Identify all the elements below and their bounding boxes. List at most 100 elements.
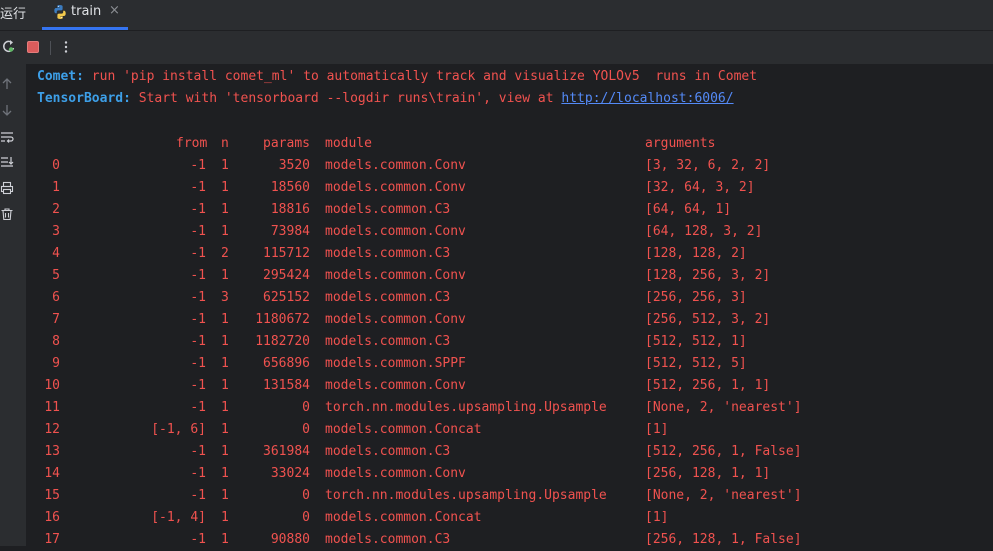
active-tab-indicator (42, 27, 128, 30)
row-index: 13 (44, 444, 60, 459)
table-row: 5 -1 1 295424 models.common.Conv [128, 256, 3… (26, 265, 993, 287)
row-params: 0 (302, 488, 310, 503)
soft-wrap-icon[interactable] (0, 129, 14, 143)
row-params: 131584 (263, 378, 310, 393)
row-arguments: [128, 256, 3, 2] (645, 268, 771, 283)
row-module: models.common.Conv (325, 268, 466, 283)
table-row: 4 -1 2 115712 models.common.C3 [128, 128, 2] (26, 243, 993, 265)
run-toolbar (0, 31, 993, 64)
row-params: 656896 (263, 356, 310, 371)
row-module: torch.nn.modules.upsampling.Upsample (325, 488, 607, 503)
comet-line: Comet: run 'pip install comet_ml' to aut… (37, 67, 757, 87)
header-params: params (263, 136, 310, 151)
row-module: models.common.Conv (325, 378, 466, 393)
row-params: 33024 (270, 466, 310, 481)
row-n: 3 (221, 290, 229, 305)
row-arguments: [64, 128, 3, 2] (645, 224, 763, 239)
row-index: 17 (44, 532, 60, 547)
stop-icon[interactable] (23, 37, 43, 57)
row-n: 1 (221, 268, 229, 283)
row-params: 73984 (270, 224, 310, 239)
row-from: -1 (190, 268, 206, 283)
row-index: 0 (52, 158, 60, 173)
row-module: models.common.Concat (325, 422, 482, 437)
row-from: -1 (190, 224, 206, 239)
row-index: 10 (44, 378, 60, 393)
table-row: 3 -1 1 73984 models.common.Conv [64, 128, 3, … (26, 221, 993, 243)
row-arguments: [256, 128, 1, False] (645, 532, 802, 547)
header-arguments: arguments (645, 136, 716, 151)
table-row: 9 -1 1 656896 models.common.SPPF [512, 512, 5… (26, 353, 993, 375)
console-output[interactable]: Comet: run 'pip install comet_ml' to aut… (26, 64, 993, 547)
row-module: models.common.Conv (325, 312, 466, 327)
toolbar-separator (50, 41, 51, 55)
row-from: -1 (190, 334, 206, 349)
row-params: 1182720 (255, 334, 310, 349)
row-index: 2 (52, 202, 60, 217)
row-from: -1 (190, 202, 206, 217)
table-row: 10 -1 1 131584 models.common.Conv [512, 256, … (26, 375, 993, 397)
row-index: 4 (52, 246, 60, 261)
row-module: models.common.C3 (325, 334, 451, 349)
row-params: 0 (302, 422, 310, 437)
row-from: -1 (190, 400, 206, 415)
tensorboard-message: Start with 'tensorboard --logdir runs\tr… (130, 91, 562, 106)
row-from: -1 (190, 532, 206, 547)
row-module: models.common.C3 (325, 246, 451, 261)
row-module: torch.nn.modules.upsampling.Upsample (325, 400, 607, 415)
tab-train[interactable]: train × (42, 0, 128, 30)
print-icon[interactable] (0, 180, 14, 195)
tab-label: train (71, 4, 102, 19)
table-row: 7 -1 1 1180672 models.common.Conv [256, 512, … (26, 309, 993, 331)
row-arguments: [512, 512, 1] (645, 334, 747, 349)
row-module: models.common.Conv (325, 466, 466, 481)
row-n: 1 (221, 466, 229, 481)
row-params: 18816 (270, 202, 310, 217)
row-index: 5 (52, 268, 60, 283)
header-module: module (325, 136, 372, 151)
more-vertical-icon[interactable] (56, 37, 76, 57)
row-module: models.common.Conv (325, 158, 466, 173)
table-row: 2 -1 1 18816 models.common.C3 [64, 64, 1] (26, 199, 993, 221)
rerun-icon[interactable] (0, 37, 20, 57)
row-from: [-1, 6] (151, 422, 206, 437)
table-row: 0 -1 1 3520 models.common.Conv [3, 32, 6, 2, … (26, 155, 993, 177)
row-from: -1 (190, 356, 206, 371)
row-from: -1 (190, 180, 206, 195)
tensorboard-link[interactable]: http://localhost:6006/ (561, 91, 733, 106)
row-module: models.common.C3 (325, 290, 451, 305)
row-from: -1 (190, 378, 206, 393)
table-row: 17 -1 1 90880 models.common.C3 [256, 128, 1, … (26, 529, 993, 551)
row-index: 12 (44, 422, 60, 437)
row-arguments: [128, 128, 2] (645, 246, 747, 261)
row-n: 1 (221, 312, 229, 327)
scroll-to-end-icon[interactable] (0, 154, 14, 168)
row-index: 11 (44, 400, 60, 415)
row-arguments: [512, 512, 5] (645, 356, 747, 371)
row-params: 295424 (263, 268, 310, 283)
row-n: 1 (221, 158, 229, 173)
table-header: from n params module arguments (26, 133, 993, 155)
arrow-up-icon[interactable] (0, 76, 14, 90)
table-row: 8 -1 1 1182720 models.common.C3 [512, 512, 1] (26, 331, 993, 353)
row-module: models.common.C3 (325, 532, 451, 547)
arrow-down-icon[interactable] (0, 102, 14, 116)
table-row: 15 -1 1 0 torch.nn.modules.upsampling.Upsamp… (26, 485, 993, 507)
row-params: 1180672 (255, 312, 310, 327)
row-arguments: [None, 2, 'nearest'] (645, 488, 802, 503)
row-from: -1 (190, 466, 206, 481)
row-index: 3 (52, 224, 60, 239)
row-index: 7 (52, 312, 60, 327)
trash-icon[interactable] (0, 206, 14, 221)
close-icon[interactable]: × (109, 3, 120, 18)
comet-message: run 'pip install comet_ml' to automatica… (83, 69, 758, 84)
row-n: 1 (221, 202, 229, 217)
row-params: 0 (302, 400, 310, 415)
row-n: 1 (221, 334, 229, 349)
row-module: models.common.Concat (325, 510, 482, 525)
row-n: 1 (221, 532, 229, 547)
row-n: 1 (221, 422, 229, 437)
comet-prefix: Comet: (37, 69, 84, 84)
row-params: 361984 (263, 444, 310, 459)
row-arguments: [64, 64, 1] (645, 202, 732, 217)
